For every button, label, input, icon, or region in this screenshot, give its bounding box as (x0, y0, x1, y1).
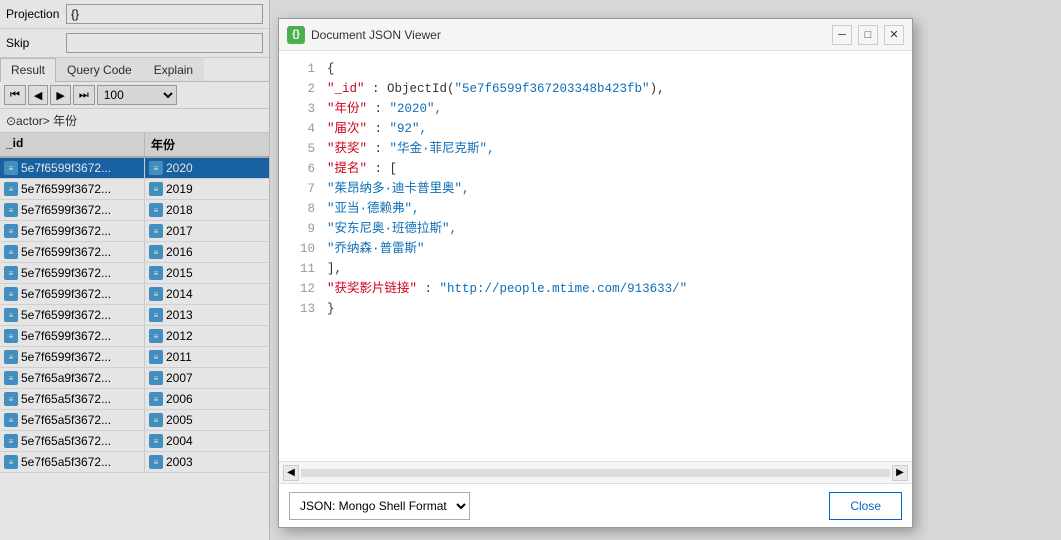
json-line: 4 "届次" : "92", (279, 119, 912, 139)
json-line: 8 "亚当·德赖弗", (279, 199, 912, 219)
modal-titlebar: {} Document JSON Viewer ─ □ ✕ (279, 19, 912, 51)
line-content: "_id" : ObjectId("5e7f6599f367203348b423… (327, 79, 665, 99)
line-number: 13 (287, 299, 315, 319)
line-number: 11 (287, 259, 315, 279)
hscroll-track[interactable] (301, 469, 890, 477)
modal-minimize-btn[interactable]: ─ (832, 25, 852, 45)
line-number: 2 (287, 79, 315, 99)
modal-footer: JSON: Mongo Shell Format JSON: Relaxed F… (279, 483, 912, 527)
line-number: 7 (287, 179, 315, 199)
line-content: "获奖" : "华金·菲尼克斯", (327, 139, 495, 159)
line-content: } (327, 299, 335, 319)
hscroll-right-btn[interactable]: ▶ (892, 465, 908, 481)
json-line: 2 "_id" : ObjectId("5e7f6599f367203348b4… (279, 79, 912, 99)
line-content: "届次" : "92", (327, 119, 427, 139)
json-modal: {} Document JSON Viewer ─ □ ✕ 1{2 "_id" … (278, 18, 913, 528)
line-number: 9 (287, 219, 315, 239)
line-content: "年份" : "2020", (327, 99, 442, 119)
json-line: 3 "年份" : "2020", (279, 99, 912, 119)
json-line: 11 ], (279, 259, 912, 279)
line-content: "茱昂纳多·迪卡普里奥", (327, 179, 470, 199)
json-line: 5 "获奖" : "华金·菲尼克斯", (279, 139, 912, 159)
line-content: { (327, 59, 335, 79)
json-line: 1{ (279, 59, 912, 79)
line-content: "获奖影片链接" : "http://people.mtime.com/9136… (327, 279, 687, 299)
line-number: 5 (287, 139, 315, 159)
line-number: 10 (287, 239, 315, 259)
close-action-btn[interactable]: Close (829, 492, 902, 520)
line-number: 4 (287, 119, 315, 139)
line-content: "安东尼奥·班德拉斯", (327, 219, 457, 239)
line-content: "乔纳森·普雷斯" (327, 239, 425, 259)
json-line: 10 "乔纳森·普雷斯" (279, 239, 912, 259)
format-select[interactable]: JSON: Mongo Shell Format JSON: Relaxed F… (289, 492, 470, 520)
json-line: 6 "提名" : [ (279, 159, 912, 179)
json-line: 9 "安东尼奥·班德拉斯", (279, 219, 912, 239)
line-number: 1 (287, 59, 315, 79)
line-number: 6 (287, 159, 315, 179)
json-line: 7 "茱昂纳多·迪卡普里奥", (279, 179, 912, 199)
json-line: 12 "获奖影片链接" : "http://people.mtime.com/9… (279, 279, 912, 299)
line-number: 8 (287, 199, 315, 219)
line-content: "亚当·德赖弗", (327, 199, 420, 219)
modal-maximize-btn[interactable]: □ (858, 25, 878, 45)
json-hscrollbar[interactable]: ◀ ▶ (279, 461, 912, 483)
modal-icon: {} (287, 26, 305, 44)
json-content[interactable]: 1{2 "_id" : ObjectId("5e7f6599f367203348… (279, 51, 912, 461)
json-line: 13} (279, 299, 912, 319)
line-content: ], (327, 259, 342, 279)
line-number: 3 (287, 99, 315, 119)
hscroll-left-btn[interactable]: ◀ (283, 465, 299, 481)
modal-close-btn[interactable]: ✕ (884, 25, 904, 45)
line-number: 12 (287, 279, 315, 299)
line-content: "提名" : [ (327, 159, 397, 179)
modal-title: Document JSON Viewer (311, 28, 826, 42)
